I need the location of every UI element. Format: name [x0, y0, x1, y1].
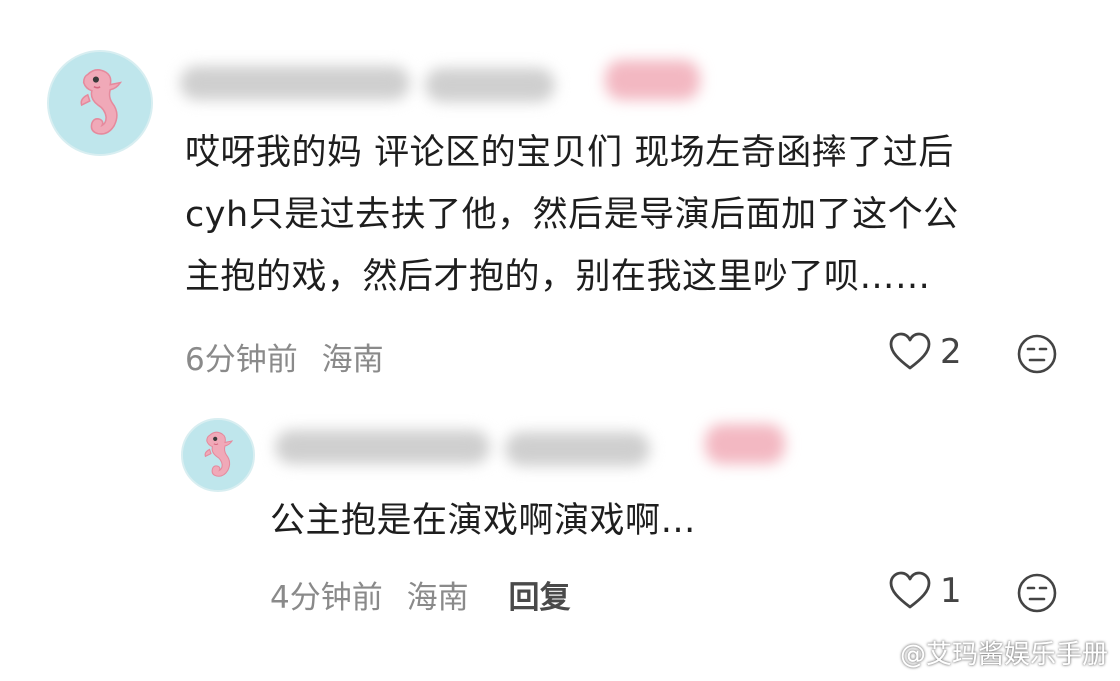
reply-text: 公主抱是在演戏啊演戏啊… [270, 501, 697, 541]
reply-time: 4分钟前 [270, 580, 383, 616]
comment-time: 6分钟前 [185, 342, 298, 378]
comment-thread: 哎呀我的妈 评论区的宝贝们 现场左奇函摔了过后 cyh只是过去扶了他，然后是导演… [0, 0, 1120, 681]
reply-react-button[interactable] [1016, 572, 1058, 614]
face-icon [1017, 573, 1057, 613]
heart-icon [889, 332, 931, 370]
reply-like-count: 1 [940, 571, 962, 611]
comment-location: 海南 [321, 342, 384, 378]
comment-like-count: 2 [940, 332, 962, 372]
comment-like-button[interactable]: 2 [888, 332, 962, 372]
comment-text-line-2: cyh只是过去扶了他，然后是导演后面加了这个公 [185, 195, 959, 235]
blurred-reply-user-info [505, 432, 650, 466]
blurred-reply-username [275, 430, 490, 464]
comment-text-line-1: 哎呀我的妈 评论区的宝贝们 现场左奇函摔了过后 [185, 133, 954, 173]
reply-avatar[interactable] [181, 418, 255, 492]
reply-meta: 4分钟前 海南 回复 [270, 572, 570, 617]
seahorse-icon [49, 52, 151, 154]
weibo-icon [860, 641, 893, 666]
comment-meta: 6分钟前 海南 [185, 334, 384, 379]
reply-location: 海南 [406, 580, 469, 616]
heart-icon [889, 571, 931, 609]
blurred-username [180, 66, 410, 100]
watermark: @艾玛酱娱乐手册 [860, 634, 1108, 671]
comment-react-button[interactable] [1016, 333, 1058, 375]
reply-button[interactable]: 回复 [508, 580, 570, 616]
blurred-user-info [425, 68, 555, 102]
seahorse-icon [183, 420, 253, 490]
face-icon [1017, 334, 1057, 374]
reply-like-button[interactable]: 1 [888, 571, 962, 611]
commenter-avatar[interactable] [47, 50, 153, 156]
blurred-badge [605, 60, 700, 100]
watermark-text: @艾玛酱娱乐手册 [899, 640, 1108, 670]
blurred-reply-badge [705, 424, 785, 464]
comment-text-line-3: 主抱的戏，然后才抱的，别在我这里吵了呗…… [185, 257, 931, 297]
